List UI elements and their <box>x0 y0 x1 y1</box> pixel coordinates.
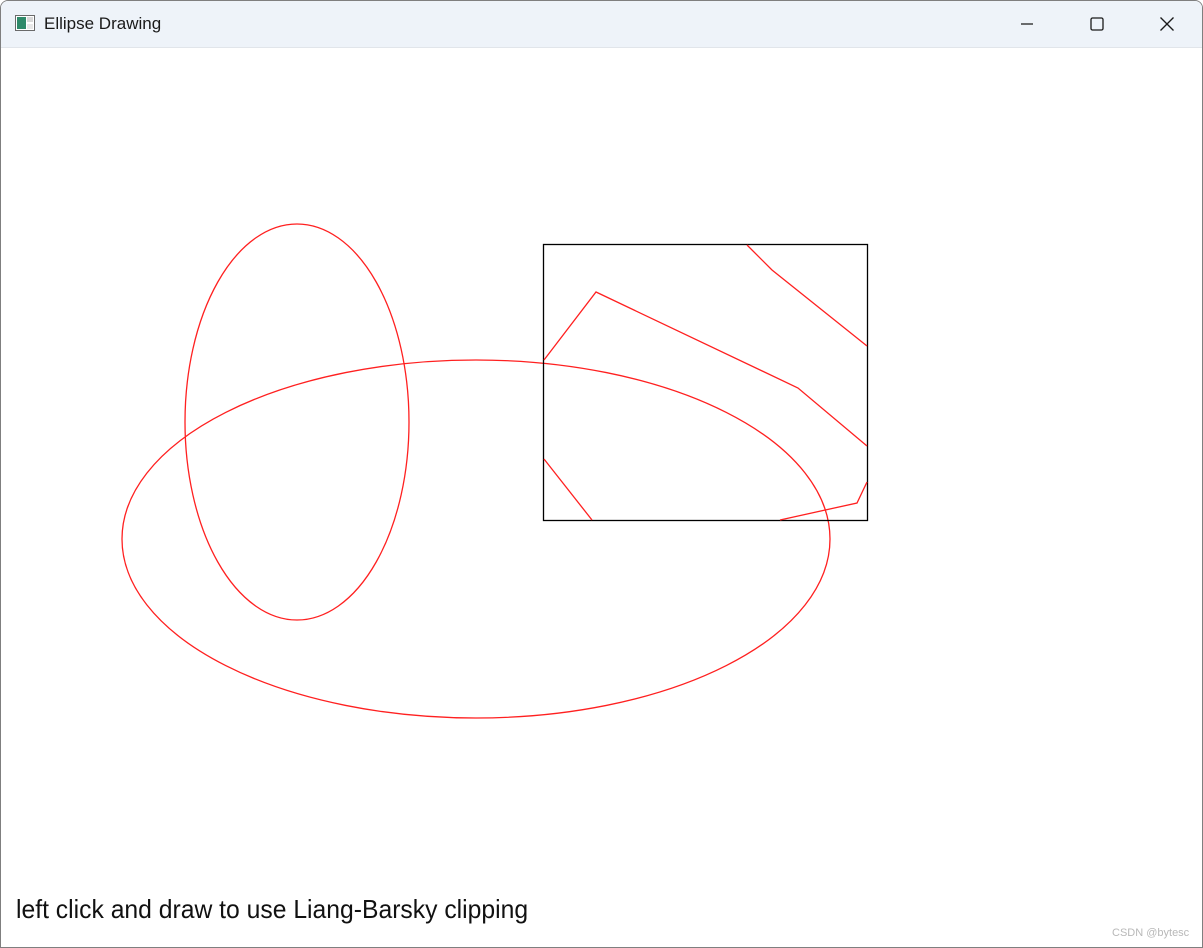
watermark-text: CSDN @bytesc <box>1112 927 1190 939</box>
close-button[interactable] <box>1132 1 1202 47</box>
clipped-line-top-right <box>746 244 868 347</box>
window-app-icon <box>15 15 35 31</box>
instruction-text: left click and draw to use Liang-Barsky … <box>16 894 529 924</box>
maximize-icon <box>1090 17 1104 31</box>
close-icon <box>1160 17 1174 31</box>
drawing-surface[interactable] <box>1 48 1202 947</box>
clipped-line-bottom-right <box>779 481 868 521</box>
clipped-line-middle <box>543 291 868 447</box>
tall-ellipse <box>184 223 410 621</box>
app-window: Ellipse Drawing left click and draw to u… <box>0 0 1203 948</box>
clipped-line-bottom-left <box>543 458 593 521</box>
clip-window-rect <box>542 243 869 522</box>
maximize-button[interactable] <box>1062 1 1132 47</box>
window-title: Ellipse Drawing <box>44 14 162 33</box>
title-bar[interactable]: Ellipse Drawing <box>1 1 1202 48</box>
minimize-icon <box>1021 23 1033 25</box>
drawing-canvas[interactable]: left click and draw to use Liang-Barsky … <box>1 48 1202 947</box>
minimize-button[interactable] <box>992 1 1062 47</box>
wide-ellipse <box>121 359 831 719</box>
